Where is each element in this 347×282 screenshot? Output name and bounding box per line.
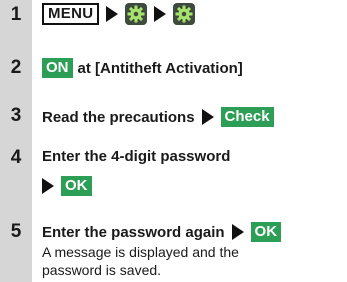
ok-button[interactable]: OK bbox=[61, 176, 92, 196]
step-4-action: OK bbox=[42, 176, 92, 196]
step-5-text: Enter the password again bbox=[42, 223, 225, 241]
step-2-text: at [Antitheft Activation] bbox=[77, 59, 243, 77]
arrow-right-icon bbox=[42, 178, 54, 194]
on-button[interactable]: ON bbox=[42, 58, 73, 78]
arrow-right-icon bbox=[201, 109, 214, 125]
ok-button[interactable]: OK bbox=[250, 222, 282, 242]
step-5: Enter the password again OK bbox=[42, 222, 282, 242]
step-5-note-line-2: password is saved. bbox=[42, 262, 162, 278]
step-5-note-line-1: A message is displayed and the bbox=[42, 244, 239, 260]
step-number-3: 3 bbox=[10, 105, 22, 126]
menu-key: MENU bbox=[42, 3, 100, 25]
step-2: ON at [Antitheft Activation] bbox=[42, 58, 243, 78]
step-4-text: Enter the 4-digit password bbox=[42, 148, 231, 165]
step-number-5: 5 bbox=[10, 221, 22, 242]
check-button[interactable]: Check bbox=[220, 107, 274, 127]
arrow-right-icon bbox=[231, 224, 244, 240]
settings-gear-icon bbox=[173, 3, 196, 25]
step-3: Read the precautions Check bbox=[42, 107, 274, 127]
step-number-4: 4 bbox=[10, 147, 22, 168]
arrow-right-icon bbox=[106, 6, 119, 22]
arrow-right-icon bbox=[154, 6, 167, 22]
step-number-2: 2 bbox=[10, 57, 22, 78]
step-number-1: 1 bbox=[10, 4, 22, 25]
step-3-text: Read the precautions bbox=[42, 108, 195, 126]
step-1: MENU bbox=[42, 3, 196, 25]
settings-gear-icon bbox=[125, 3, 148, 25]
